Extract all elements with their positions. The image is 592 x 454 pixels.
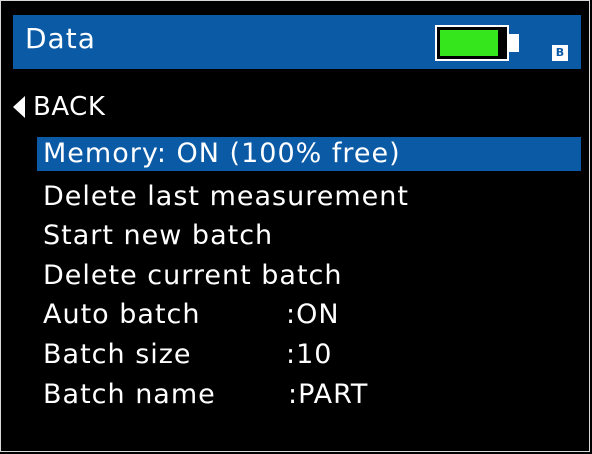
menu-list: Memory: ON (100% free) Delete last measu… — [37, 137, 581, 414]
menu-item-value: :PART — [288, 378, 369, 410]
battery-level-fill — [440, 30, 498, 56]
menu-item-label: Auto batch — [43, 299, 201, 331]
menu-item-label: Start new batch — [43, 220, 274, 252]
triangle-left-icon — [13, 96, 25, 118]
screen-title: Data — [25, 22, 96, 55]
menu-item-label: Batch size — [43, 338, 192, 370]
menu-item-delete-last-measurement[interactable]: Delete last measurement — [37, 177, 581, 217]
menu-item-label: Delete last measurement — [43, 180, 409, 212]
battery-body — [435, 25, 509, 61]
menu-item-label: Delete current batch — [43, 259, 343, 291]
menu-item-label: Memory: ON (100% free) — [43, 138, 401, 169]
title-bar: Data B — [13, 15, 581, 69]
menu-item-delete-current-batch[interactable]: Delete current batch — [37, 256, 581, 296]
menu-item-memory[interactable]: Memory: ON (100% free) — [37, 137, 581, 171]
menu-item-value: :ON — [286, 299, 340, 331]
back-button[interactable]: BACK — [13, 91, 105, 123]
battery-icon — [435, 25, 521, 61]
menu-item-auto-batch[interactable]: Auto batch :ON — [37, 295, 581, 335]
battery-tip — [509, 34, 519, 52]
menu-item-value: :10 — [286, 338, 333, 370]
status-badge: B — [552, 45, 568, 61]
device-screen: Data B BACK Memory: ON (100% free) Delet… — [0, 0, 590, 452]
menu-item-batch-size[interactable]: Batch size :10 — [37, 335, 581, 375]
back-label: BACK — [33, 92, 106, 122]
menu-item-start-new-batch[interactable]: Start new batch — [37, 216, 581, 256]
menu-item-batch-name[interactable]: Batch name :PART — [37, 375, 581, 415]
menu-item-label: Batch name — [43, 378, 216, 410]
